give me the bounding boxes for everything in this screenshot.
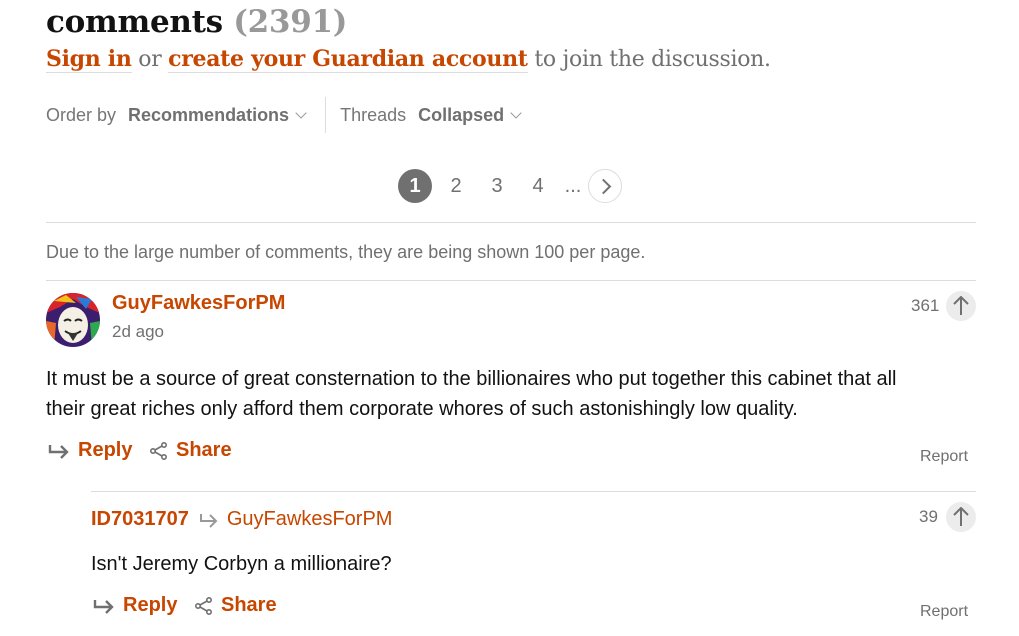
reply-label: Reply xyxy=(123,594,178,616)
page-4-button[interactable]: 4 xyxy=(521,169,555,203)
page-2-button[interactable]: 2 xyxy=(439,169,473,203)
sign-in-prompt: Sign in or create your Guardian account … xyxy=(46,46,771,73)
comment-body-line: It must be a source of great consternati… xyxy=(46,368,897,390)
reply-body: Isn't Jeremy Corbyn a millionaire? xyxy=(91,553,392,575)
reply-label: Reply xyxy=(78,439,133,461)
recommend-button[interactable] xyxy=(946,291,976,321)
join-text: to join the discussion. xyxy=(534,47,771,72)
comments-count: (2391) xyxy=(233,4,348,40)
share-button[interactable]: Share xyxy=(150,439,232,462)
pagination-ellipsis: ... xyxy=(564,174,582,197)
comments-title: comments xyxy=(46,4,223,40)
order-by-label: Order by xyxy=(46,104,117,125)
reply-arrow-icon xyxy=(199,513,218,528)
discussion-controls: Order by Recommendations Threads Collaps… xyxy=(46,97,522,133)
share-label: Share xyxy=(221,594,277,616)
chevron-down-icon xyxy=(510,106,522,119)
or-text: or xyxy=(138,47,162,72)
divider xyxy=(91,491,976,492)
recommend-count: 361 xyxy=(911,296,940,315)
threads-label: Threads xyxy=(340,104,407,125)
reply-to-author[interactable]: GuyFawkesForPM xyxy=(227,508,393,531)
pagination: 1 2 3 4 ... xyxy=(398,169,622,203)
share-label: Share xyxy=(176,439,232,461)
divider xyxy=(46,280,976,281)
avatar[interactable] xyxy=(46,293,100,347)
comments-heading: comments (2391) xyxy=(46,4,347,40)
reply-button[interactable]: Reply xyxy=(93,594,177,617)
chevron-down-icon xyxy=(295,106,307,119)
arrow-up-icon xyxy=(953,507,969,526)
order-by-dropdown[interactable]: Recommendations xyxy=(128,104,307,126)
order-by-value: Recommendations xyxy=(128,104,290,125)
reply-author[interactable]: ID7031707 xyxy=(91,508,189,531)
reply-arrow-icon xyxy=(48,444,69,459)
share-button[interactable]: Share xyxy=(195,594,277,617)
reply-button[interactable]: Reply xyxy=(48,439,132,462)
reply-header: ID7031707 GuyFawkesForPM xyxy=(91,508,392,531)
arrow-up-icon xyxy=(953,296,969,315)
next-page-button[interactable] xyxy=(588,169,622,203)
comment-timestamp[interactable]: 2d ago xyxy=(112,322,164,342)
report-link[interactable]: Report xyxy=(920,603,968,621)
recommend-count: 39 xyxy=(919,507,938,526)
sign-in-link[interactable]: Sign in xyxy=(46,46,132,73)
threads-value: Collapsed xyxy=(418,104,505,125)
comment-body: It must be a source of great consternati… xyxy=(46,364,897,424)
report-link[interactable]: Report xyxy=(920,448,968,466)
threads-dropdown[interactable]: Collapsed xyxy=(418,104,522,126)
divider xyxy=(46,222,976,223)
chevron-right-icon xyxy=(595,178,611,194)
recommend-button[interactable] xyxy=(946,502,976,532)
page-3-button[interactable]: 3 xyxy=(480,169,514,203)
reply-arrow-icon xyxy=(93,599,114,614)
page-1-button[interactable]: 1 xyxy=(398,169,432,203)
share-icon xyxy=(150,441,167,460)
controls-divider xyxy=(325,97,327,133)
comment-body-line: their great riches only afford them corp… xyxy=(46,398,798,420)
share-icon xyxy=(195,596,212,615)
comment-author[interactable]: GuyFawkesForPM xyxy=(112,292,285,315)
page-size-notice: Due to the large number of comments, the… xyxy=(46,242,646,262)
create-account-link[interactable]: create your Guardian account xyxy=(168,46,528,73)
